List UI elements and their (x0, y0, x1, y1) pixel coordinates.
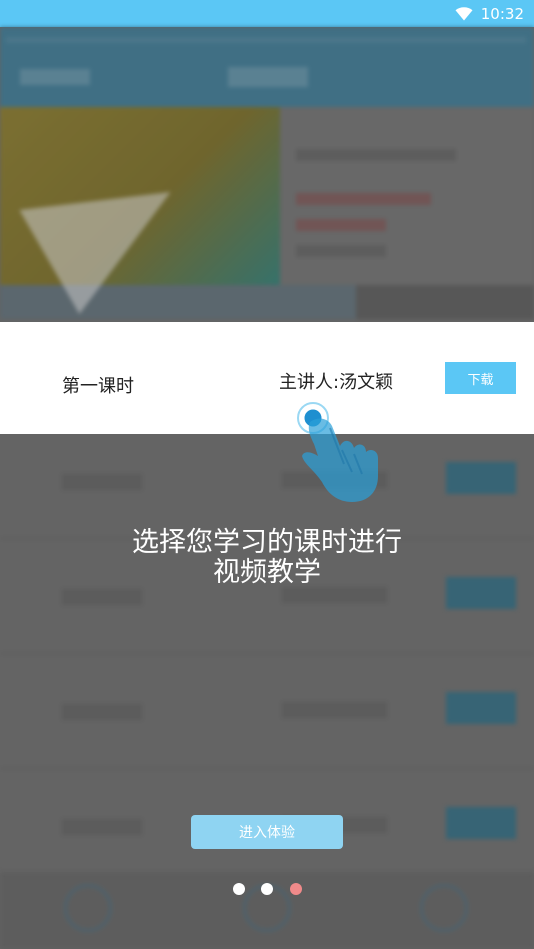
download-button[interactable]: 下载 (445, 362, 516, 394)
page-dot[interactable] (261, 883, 273, 895)
guide-text-line-2: 视频教学 (213, 557, 321, 588)
hand-pointer-icon (297, 402, 378, 502)
status-time: 10:32 (480, 4, 524, 23)
guide-text: 选择您学习的课时进行 视频教学 (0, 528, 534, 588)
wifi-icon (455, 6, 473, 20)
lesson-title: 第一课时 (62, 376, 134, 397)
page-dot-active[interactable] (290, 883, 302, 895)
guide-text-line-1: 选择您学习的课时进行 (132, 527, 402, 558)
enter-experience-button[interactable]: 进入体验 (191, 815, 343, 849)
page-dot[interactable] (233, 883, 245, 895)
guide-overlay (0, 27, 534, 949)
lesson-speaker: 主讲人:汤文颖 (279, 372, 394, 393)
status-bar: 10:32 (0, 0, 534, 27)
